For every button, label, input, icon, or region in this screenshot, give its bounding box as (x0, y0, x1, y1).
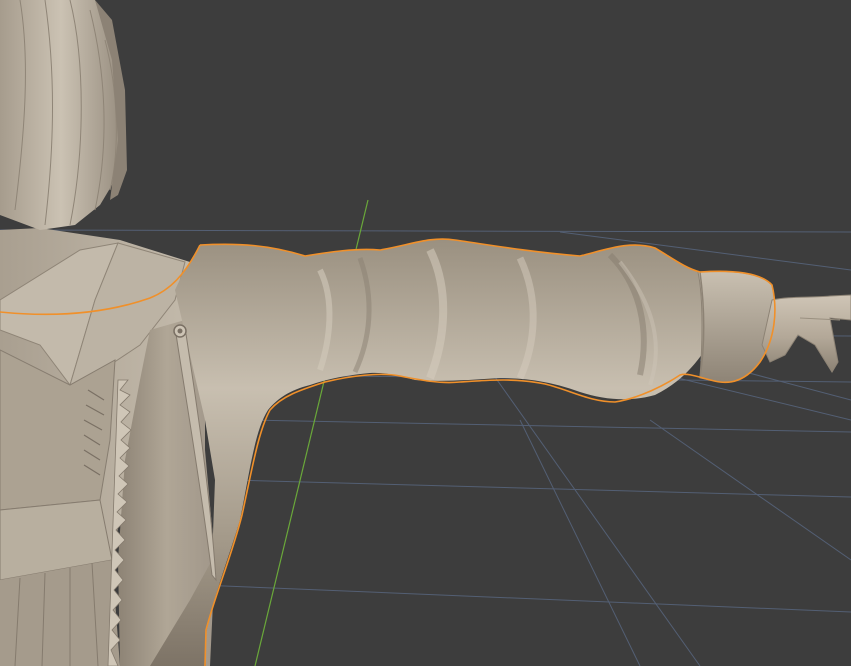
viewport-scene[interactable] (0, 0, 851, 666)
3d-viewport[interactable] (0, 0, 851, 666)
sleeve-cuff (697, 270, 776, 383)
character-hair (0, 0, 127, 230)
sleeve-object[interactable] (150, 239, 776, 666)
